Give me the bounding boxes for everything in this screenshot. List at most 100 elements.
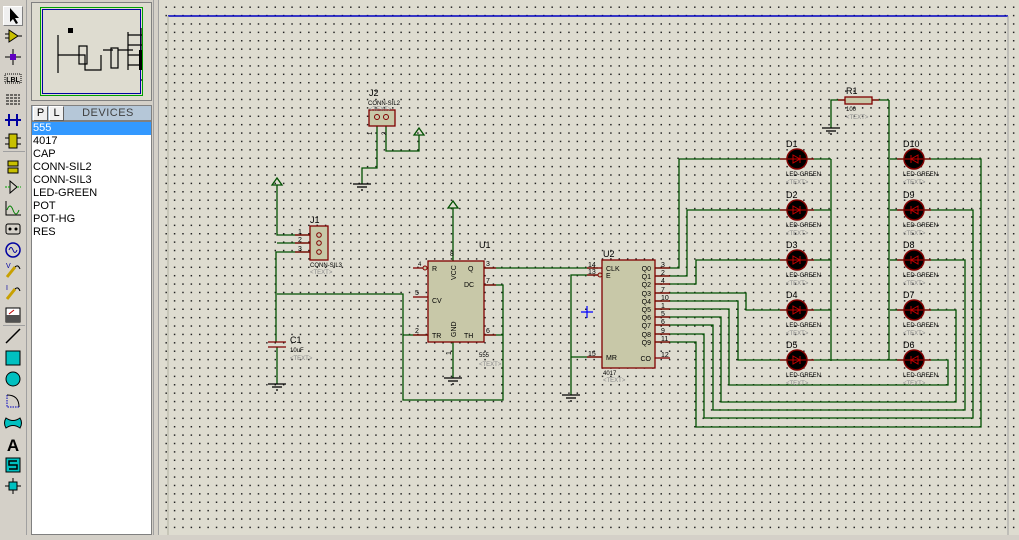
tape-recorder-icon[interactable]	[3, 219, 23, 239]
ref-label: C1	[290, 335, 302, 345]
text-placeholder: <TEXT>	[786, 381, 809, 387]
ref-label: D2	[786, 190, 798, 200]
pin-number: 6	[661, 319, 665, 326]
generator-icon[interactable]	[3, 240, 23, 260]
device-list[interactable]: 555 4017 CAP CONN-SIL2 CONN-SIL3 LED-GREEN POT…	[31, 121, 152, 535]
text-placeholder: <TEXT>	[846, 115, 869, 121]
selection-mode-icon[interactable]	[3, 6, 23, 26]
text-placeholder: <TEXT>	[310, 270, 333, 276]
ref-label: D3	[786, 240, 798, 250]
device-item[interactable]: RES	[32, 226, 151, 239]
wire-label-glyph: LBL	[4, 73, 22, 84]
device-pins-icon[interactable]	[3, 177, 23, 197]
subcircuit-icon[interactable]	[3, 131, 23, 151]
text-placeholder: <TEXT>	[479, 362, 502, 368]
text-placeholder: <TEXT>	[603, 378, 626, 384]
pin-name: Q	[468, 266, 474, 273]
pin-number: 10	[661, 295, 669, 302]
device-item[interactable]: CONN-SIL2	[32, 161, 151, 174]
arc-icon[interactable]	[3, 391, 23, 411]
current-probe-icon[interactable]: I	[3, 283, 23, 303]
pin-number: 1	[298, 229, 302, 236]
circle-icon[interactable]	[3, 369, 23, 389]
pin-name: Q3	[642, 291, 651, 298]
resistor-r1[interactable]	[844, 96, 873, 105]
value-label: LED-GREEN	[903, 373, 938, 379]
pin-number: 1	[368, 131, 374, 135]
devices-title: DEVICES	[82, 107, 134, 119]
selection-mode-glyph	[10, 8, 19, 24]
pin-number: 3	[486, 261, 490, 268]
text-placeholder: <TEXT>	[786, 231, 809, 237]
ref-label: J1	[310, 215, 320, 225]
pin-name: Q7	[642, 323, 651, 330]
box-icon[interactable]	[3, 348, 23, 368]
ref-label: U1	[479, 240, 491, 250]
symbol-icon[interactable]	[3, 455, 23, 475]
value-label: LED-GREEN	[786, 172, 821, 178]
box-glyph	[5, 350, 21, 366]
pin-name: E	[606, 273, 611, 280]
pin-number: 4	[661, 278, 665, 285]
power-terminal-icon	[446, 199, 460, 210]
device-item[interactable]: 555	[32, 122, 151, 135]
pin-name: Q4	[642, 299, 651, 306]
overview-window[interactable]	[31, 2, 175, 101]
pin-number: 14	[588, 262, 596, 269]
mode-toolbar: LBL V I A	[0, 0, 27, 535]
text-script-glyph	[6, 94, 20, 105]
pin-name: Q9	[642, 340, 651, 347]
pin-number: 7	[486, 278, 490, 285]
pin-name: CV	[432, 298, 442, 305]
schematic-canvas[interactable]: 1 2 J2 CONN-SIL2 <TEXT> 1 2 3 J1 CONN-SIL3 <TEXT> C…	[159, 0, 1019, 535]
pick-devices-button[interactable]: P	[33, 106, 48, 121]
line-icon[interactable]	[3, 326, 23, 346]
power-terminal-icon	[270, 176, 284, 187]
ref-label: D7	[903, 290, 915, 300]
pin-name: TR	[432, 333, 441, 340]
text-placeholder: <TEXT>	[903, 231, 926, 237]
connector-j1[interactable]	[309, 225, 329, 261]
device-item[interactable]: CAP	[32, 148, 151, 161]
pin-name: Q6	[642, 315, 651, 322]
library-manager-button[interactable]: L	[49, 106, 64, 121]
virtual-instruments-icon[interactable]	[3, 305, 23, 325]
svg-text:A: A	[7, 436, 19, 454]
overview-thumbnail	[57, 28, 175, 81]
device-item[interactable]: POT-HG	[32, 213, 151, 226]
pin-name: MR	[606, 355, 617, 362]
buses-icon[interactable]	[3, 110, 23, 130]
voltage-probe-icon[interactable]: V	[3, 261, 23, 281]
value-label: 10uF	[290, 348, 304, 354]
marker-icon[interactable]	[3, 476, 23, 496]
junction-dot-icon[interactable]	[3, 47, 23, 67]
device-item[interactable]: CONN-SIL3	[32, 174, 151, 187]
ref-label: D9	[903, 190, 915, 200]
path-icon[interactable]	[3, 413, 23, 433]
q0-wire	[655, 158, 787, 269]
text-script-icon[interactable]	[3, 89, 23, 109]
overview-border	[40, 7, 175, 96]
schematic-drawing: 1 2J2CONN-SIL2<TEXT>123J1CONN-SIL3<TEXT>C…	[167, 15, 1009, 535]
text-placeholder: <TEXT>	[903, 331, 926, 337]
junction-dot-glyph	[5, 49, 21, 65]
virtual-instruments-glyph	[5, 307, 21, 323]
graph-icon[interactable]	[3, 198, 23, 218]
ref-label: D6	[903, 340, 915, 350]
ref-label: D10	[903, 139, 920, 149]
terminals-icon[interactable]	[3, 157, 23, 177]
text-icon[interactable]: A	[3, 434, 23, 454]
value-label: LED-GREEN	[786, 223, 821, 229]
current-probe-glyph: I	[5, 285, 21, 300]
device-item[interactable]: 4017	[32, 135, 151, 148]
symbol-glyph	[5, 457, 21, 473]
wire-label-icon[interactable]: LBL	[3, 68, 23, 88]
pin-number: 2	[661, 270, 665, 277]
overview-view-rect	[42, 9, 175, 94]
cursor-crosshair-icon	[581, 306, 593, 318]
pin-number: 5	[415, 290, 419, 297]
device-item[interactable]: POT	[32, 200, 151, 213]
device-item[interactable]: LED-GREEN	[32, 187, 151, 200]
svg-text:I: I	[6, 285, 8, 292]
component-mode-icon[interactable]	[3, 26, 23, 46]
